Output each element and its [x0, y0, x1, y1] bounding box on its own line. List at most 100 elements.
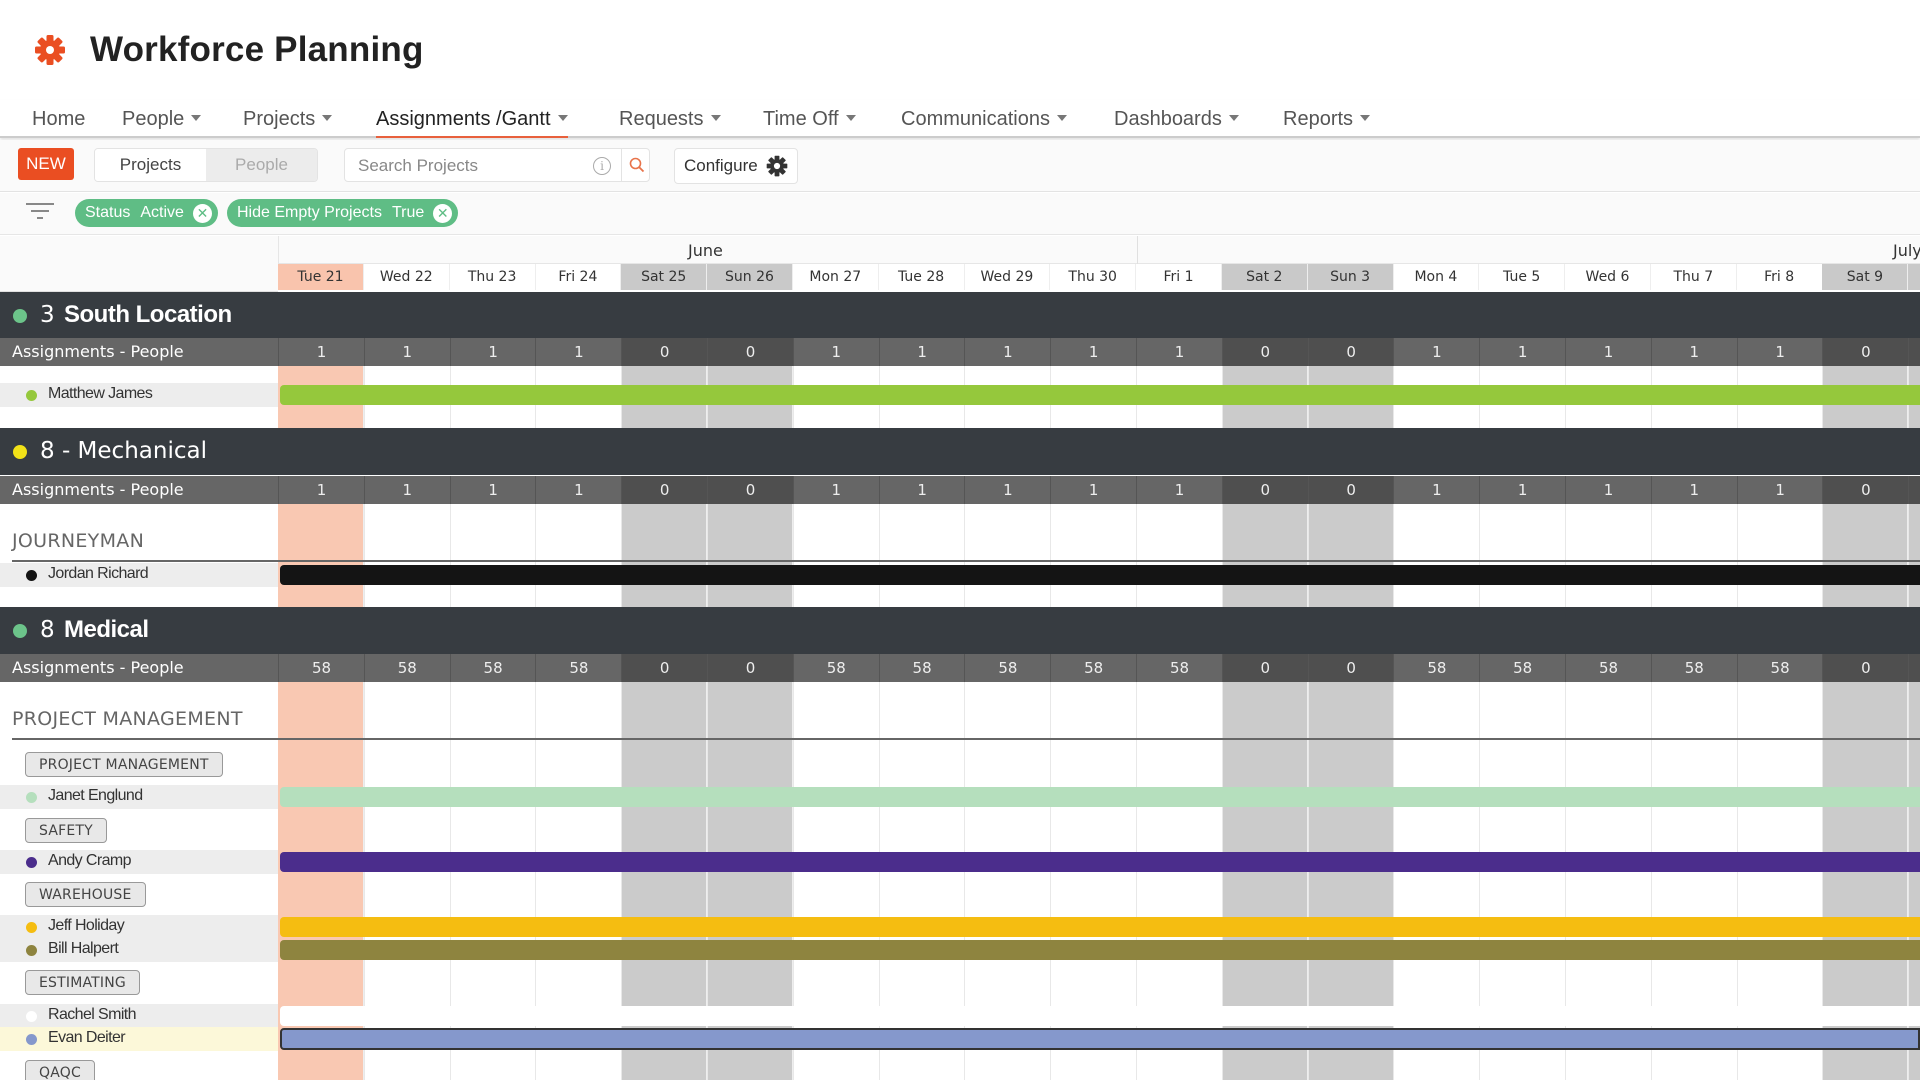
nav-time-off[interactable]: Time Off	[763, 108, 856, 131]
column-gridline	[1479, 504, 1481, 607]
person-row[interactable]: Bill Halpert	[0, 938, 278, 962]
assignment-bar[interactable]	[280, 917, 1920, 937]
nav-communications[interactable]: Communications	[901, 108, 1067, 131]
person-row[interactable]: Evan Deiter	[0, 1027, 278, 1051]
person-row[interactable]: Rachel Smith	[0, 1004, 278, 1028]
assignment-bar[interactable]	[280, 1028, 1920, 1050]
day-header-cell[interactable]: Wed 22	[364, 264, 450, 290]
person-row[interactable]: Jordan Richard	[0, 563, 278, 587]
month-label: June	[688, 241, 723, 260]
person-row[interactable]: Jeff Holiday	[0, 915, 278, 939]
assignment-count: 0	[1221, 476, 1308, 504]
filter-value: True	[391, 204, 425, 221]
assignment-bar[interactable]	[280, 852, 1920, 872]
person-row[interactable]: Janet Englund	[0, 785, 278, 809]
person-row[interactable]: Andy Cramp	[0, 850, 278, 874]
day-header-cell[interactable]: Tue 5	[1479, 264, 1566, 290]
group-name: Medical	[64, 616, 149, 643]
column-gridline	[1307, 504, 1309, 607]
search-input[interactable]: Search Projects i	[344, 148, 650, 182]
role-chip[interactable]: ESTIMATING	[25, 970, 140, 995]
assignment-count: 1	[964, 476, 1050, 504]
filter-chip-hide-empty[interactable]: Hide Empty Projects True ✕	[227, 199, 459, 227]
nav-projects[interactable]: Projects	[243, 108, 333, 131]
column-gridline	[964, 504, 966, 607]
assignment-count: 58	[1565, 654, 1651, 682]
assignment-count: 1	[449, 476, 536, 504]
nav-people[interactable]: People	[122, 108, 202, 131]
assignment-count: 58	[1136, 654, 1222, 682]
column-gridline	[1050, 504, 1052, 607]
assignment-count: 1	[1050, 476, 1136, 504]
day-header-cell[interactable]: Fri 8	[1737, 264, 1823, 290]
assignment-count: 1	[363, 476, 450, 504]
day-header-cell[interactable]: Thu 7	[1651, 264, 1737, 290]
day-header-cell[interactable]: Thu 30	[1050, 264, 1137, 290]
nav-home[interactable]: Home	[32, 108, 85, 131]
assignment-count: 1	[1479, 476, 1565, 504]
assignment-count: 1	[1650, 338, 1737, 366]
group-header[interactable]: 3 South Location	[0, 292, 1920, 339]
assignment-count: 0	[1221, 654, 1308, 682]
assignment-bar[interactable]	[280, 787, 1920, 807]
person-row[interactable]: Matthew James	[0, 383, 278, 407]
filter-value: Active	[140, 204, 184, 221]
status-dot-icon	[13, 309, 27, 323]
nav-label: People	[122, 108, 185, 130]
toggle-people[interactable]: People	[206, 149, 317, 181]
person-color-dot-icon	[26, 945, 37, 956]
person-name: Andy Cramp	[48, 852, 132, 869]
group-header[interactable]: 8 - Mechanical	[0, 428, 1920, 475]
filter-key: Hide Empty Projects	[237, 204, 382, 221]
caret-down-icon	[1228, 114, 1239, 121]
assignment-count: 1	[1479, 338, 1565, 366]
day-header-cell[interactable]: Thu 23	[450, 264, 536, 290]
nav-reports[interactable]: Reports	[1283, 108, 1371, 131]
assignment-count: 0	[707, 338, 793, 366]
person-color-dot-icon	[26, 922, 37, 933]
assignment-count: 0	[1822, 476, 1909, 504]
configure-button[interactable]: Configure	[674, 148, 798, 184]
info-icon[interactable]: i	[593, 157, 611, 175]
caret-down-icon	[1360, 114, 1371, 121]
day-header-cell[interactable]: Tue 21	[278, 264, 364, 290]
column-gridline	[363, 504, 365, 607]
nav-assignments-gantt[interactable]: Assignments /Gantt	[376, 108, 568, 138]
day-header-cell[interactable]	[1908, 264, 1920, 290]
day-header-cell[interactable]: Sun 3	[1307, 264, 1394, 290]
day-header-cell[interactable]: Tue 28	[879, 264, 965, 290]
filter-icon[interactable]	[26, 203, 54, 224]
person-color-dot-icon	[26, 1011, 37, 1022]
assignment-count: 58	[278, 654, 364, 682]
role-chip[interactable]: SAFETY	[25, 818, 107, 843]
day-header-cell[interactable]: Sat 2	[1221, 264, 1308, 290]
day-header-cell[interactable]: Fri 24	[535, 264, 622, 290]
nav-dashboards[interactable]: Dashboards	[1114, 108, 1239, 131]
nav-requests[interactable]: Requests	[619, 108, 721, 131]
assignment-count: 0	[707, 476, 793, 504]
day-header-cell[interactable]: Mon 4	[1393, 264, 1480, 290]
remove-filter-icon[interactable]: ✕	[433, 203, 453, 223]
group-header[interactable]: 8 Medical	[0, 607, 1920, 654]
assignment-bar[interactable]	[280, 1006, 1920, 1026]
group-name: South Location	[64, 301, 232, 328]
role-chip[interactable]: WAREHOUSE	[25, 882, 146, 907]
filter-chip-status[interactable]: Status Active ✕	[75, 199, 218, 227]
search-button[interactable]	[621, 149, 651, 181]
day-header-cell[interactable]: Sat 9	[1822, 264, 1909, 290]
toggle-projects[interactable]: Projects	[95, 149, 206, 181]
remove-filter-icon[interactable]: ✕	[192, 203, 212, 223]
assignment-bar[interactable]	[280, 940, 1920, 960]
column-gridline	[707, 504, 708, 607]
role-chip[interactable]: QAQC	[25, 1060, 95, 1080]
assignment-bar[interactable]	[280, 565, 1920, 585]
day-header-cell[interactable]: Mon 27	[793, 264, 879, 290]
day-header-cell[interactable]: Sun 26	[707, 264, 793, 290]
day-header-cell[interactable]: Sat 25	[621, 264, 708, 290]
day-header-cell[interactable]: Wed 6	[1565, 264, 1651, 290]
day-header-cell[interactable]: Wed 29	[964, 264, 1051, 290]
new-button[interactable]: NEW	[18, 148, 74, 180]
day-header-cell[interactable]: Fri 1	[1136, 264, 1222, 290]
role-chip[interactable]: PROJECT MANAGEMENT	[25, 752, 223, 777]
assignment-bar[interactable]	[280, 385, 1920, 405]
